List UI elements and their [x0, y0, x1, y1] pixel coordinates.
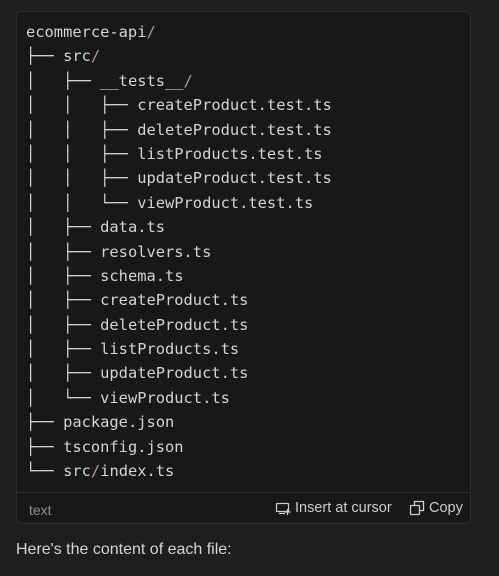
path-separator: / — [90, 462, 101, 481]
tree-entry-name: deleteProduct.test.ts — [137, 120, 332, 139]
tree-entry-name: createProduct.ts — [100, 291, 249, 310]
tree-branch: │ │ ├── — [26, 96, 138, 115]
code-block-footer: text Insert at cursor Copy — [17, 492, 470, 523]
tree-entry-name: listProducts.test.ts — [137, 144, 323, 163]
tree-line: │ ├── data.ts — [26, 215, 332, 239]
tree-branch: │ ├── — [26, 340, 101, 359]
path-separator: / — [183, 71, 193, 90]
tree-entry-name: schema.ts — [100, 266, 184, 285]
path-separator: / — [90, 47, 101, 66]
tree-branch: │ └── — [26, 388, 101, 407]
tree-line: │ ├── listProducts.ts — [26, 337, 332, 361]
tree-branch: └── — [26, 462, 64, 481]
tree-line: │ │ ├── deleteProduct.test.ts — [26, 118, 332, 142]
tree-branch: │ ├── — [26, 71, 101, 90]
tree-branch: │ │ ├── — [26, 120, 138, 139]
tree-branch: │ ├── — [26, 291, 101, 310]
tree-entry-name: listProducts.ts — [100, 340, 240, 359]
copy-label: Copy — [429, 500, 463, 516]
path-separator: / — [146, 23, 156, 41]
tree-line: │ ├── __tests__/ — [26, 69, 332, 93]
tree-entry-name: src — [63, 47, 91, 66]
tree-line: │ └── viewProduct.ts — [26, 386, 332, 410]
tree-line: │ │ ├── createProduct.test.ts — [26, 93, 332, 117]
tree-entry-name: createProduct.test.ts — [137, 96, 332, 115]
tree-line: │ ├── deleteProduct.ts — [26, 313, 332, 337]
tree-branch: ├── — [26, 413, 64, 432]
tree-branch: │ ├── — [26, 242, 101, 261]
tree-entry-name: package.json — [63, 413, 175, 432]
tree-line: │ ├── updateProduct.ts — [26, 361, 332, 385]
tree-line: │ ├── schema.ts — [26, 264, 332, 288]
tree-branch: │ │ ├── — [26, 169, 138, 188]
tree-entry-name: tsconfig.json — [63, 437, 184, 456]
tree-entry-name: src — [63, 462, 91, 481]
tree-branch: ├── — [26, 437, 64, 456]
tree-branch: │ ├── — [26, 364, 101, 383]
language-label: text — [29, 502, 52, 518]
file-tree: ecommerce-api/├── src/│ ├── __tests__/│ … — [26, 20, 332, 483]
tree-branch: │ ├── — [26, 266, 101, 285]
insert-at-cursor-button[interactable]: Insert at cursor — [275, 500, 392, 516]
tree-branch: │ │ └── — [26, 193, 138, 212]
insert-at-cursor-label: Insert at cursor — [295, 500, 392, 516]
tree-entry-name: viewProduct.ts — [100, 388, 230, 407]
code-block: ecommerce-api/├── src/│ ├── __tests__/│ … — [16, 11, 471, 524]
tree-entry-name: deleteProduct.ts — [100, 315, 249, 334]
insert-at-cursor-icon — [275, 500, 291, 516]
response-text: Here's the content of each file: — [16, 541, 232, 558]
tree-branch: │ ├── — [26, 218, 101, 237]
tree-branch: │ ├── — [26, 315, 101, 334]
tree-line: ├── package.json — [26, 410, 332, 434]
tree-line: ├── src/ — [26, 44, 332, 68]
tree-line: ├── tsconfig.json — [26, 435, 332, 459]
tree-entry-name: updateProduct.ts — [100, 364, 249, 383]
tree-entry-name: viewProduct.test.ts — [137, 193, 314, 212]
tree-line: ecommerce-api/ — [26, 20, 332, 44]
tree-line: │ ├── createProduct.ts — [26, 288, 332, 312]
tree-entry-name: data.ts — [100, 218, 166, 237]
tree-entry-suffix: index.ts — [100, 462, 175, 481]
copy-icon — [409, 500, 425, 516]
tree-branch: ├── — [26, 47, 64, 66]
copy-button[interactable]: Copy — [409, 500, 463, 516]
tree-entry-name: __tests__ — [100, 71, 184, 90]
tree-entry-name: updateProduct.test.ts — [137, 169, 332, 188]
tree-line: │ ├── resolvers.ts — [26, 240, 332, 264]
tree-entry-name: resolvers.ts — [100, 242, 212, 261]
tree-line: │ │ ├── updateProduct.test.ts — [26, 166, 332, 190]
tree-entry-name: ecommerce-api — [26, 23, 147, 41]
tree-line: │ │ ├── listProducts.test.ts — [26, 142, 332, 166]
tree-branch: │ │ ├── — [26, 144, 138, 163]
tree-line: │ │ └── viewProduct.test.ts — [26, 191, 332, 215]
tree-line: └── src/index.ts — [26, 459, 332, 483]
